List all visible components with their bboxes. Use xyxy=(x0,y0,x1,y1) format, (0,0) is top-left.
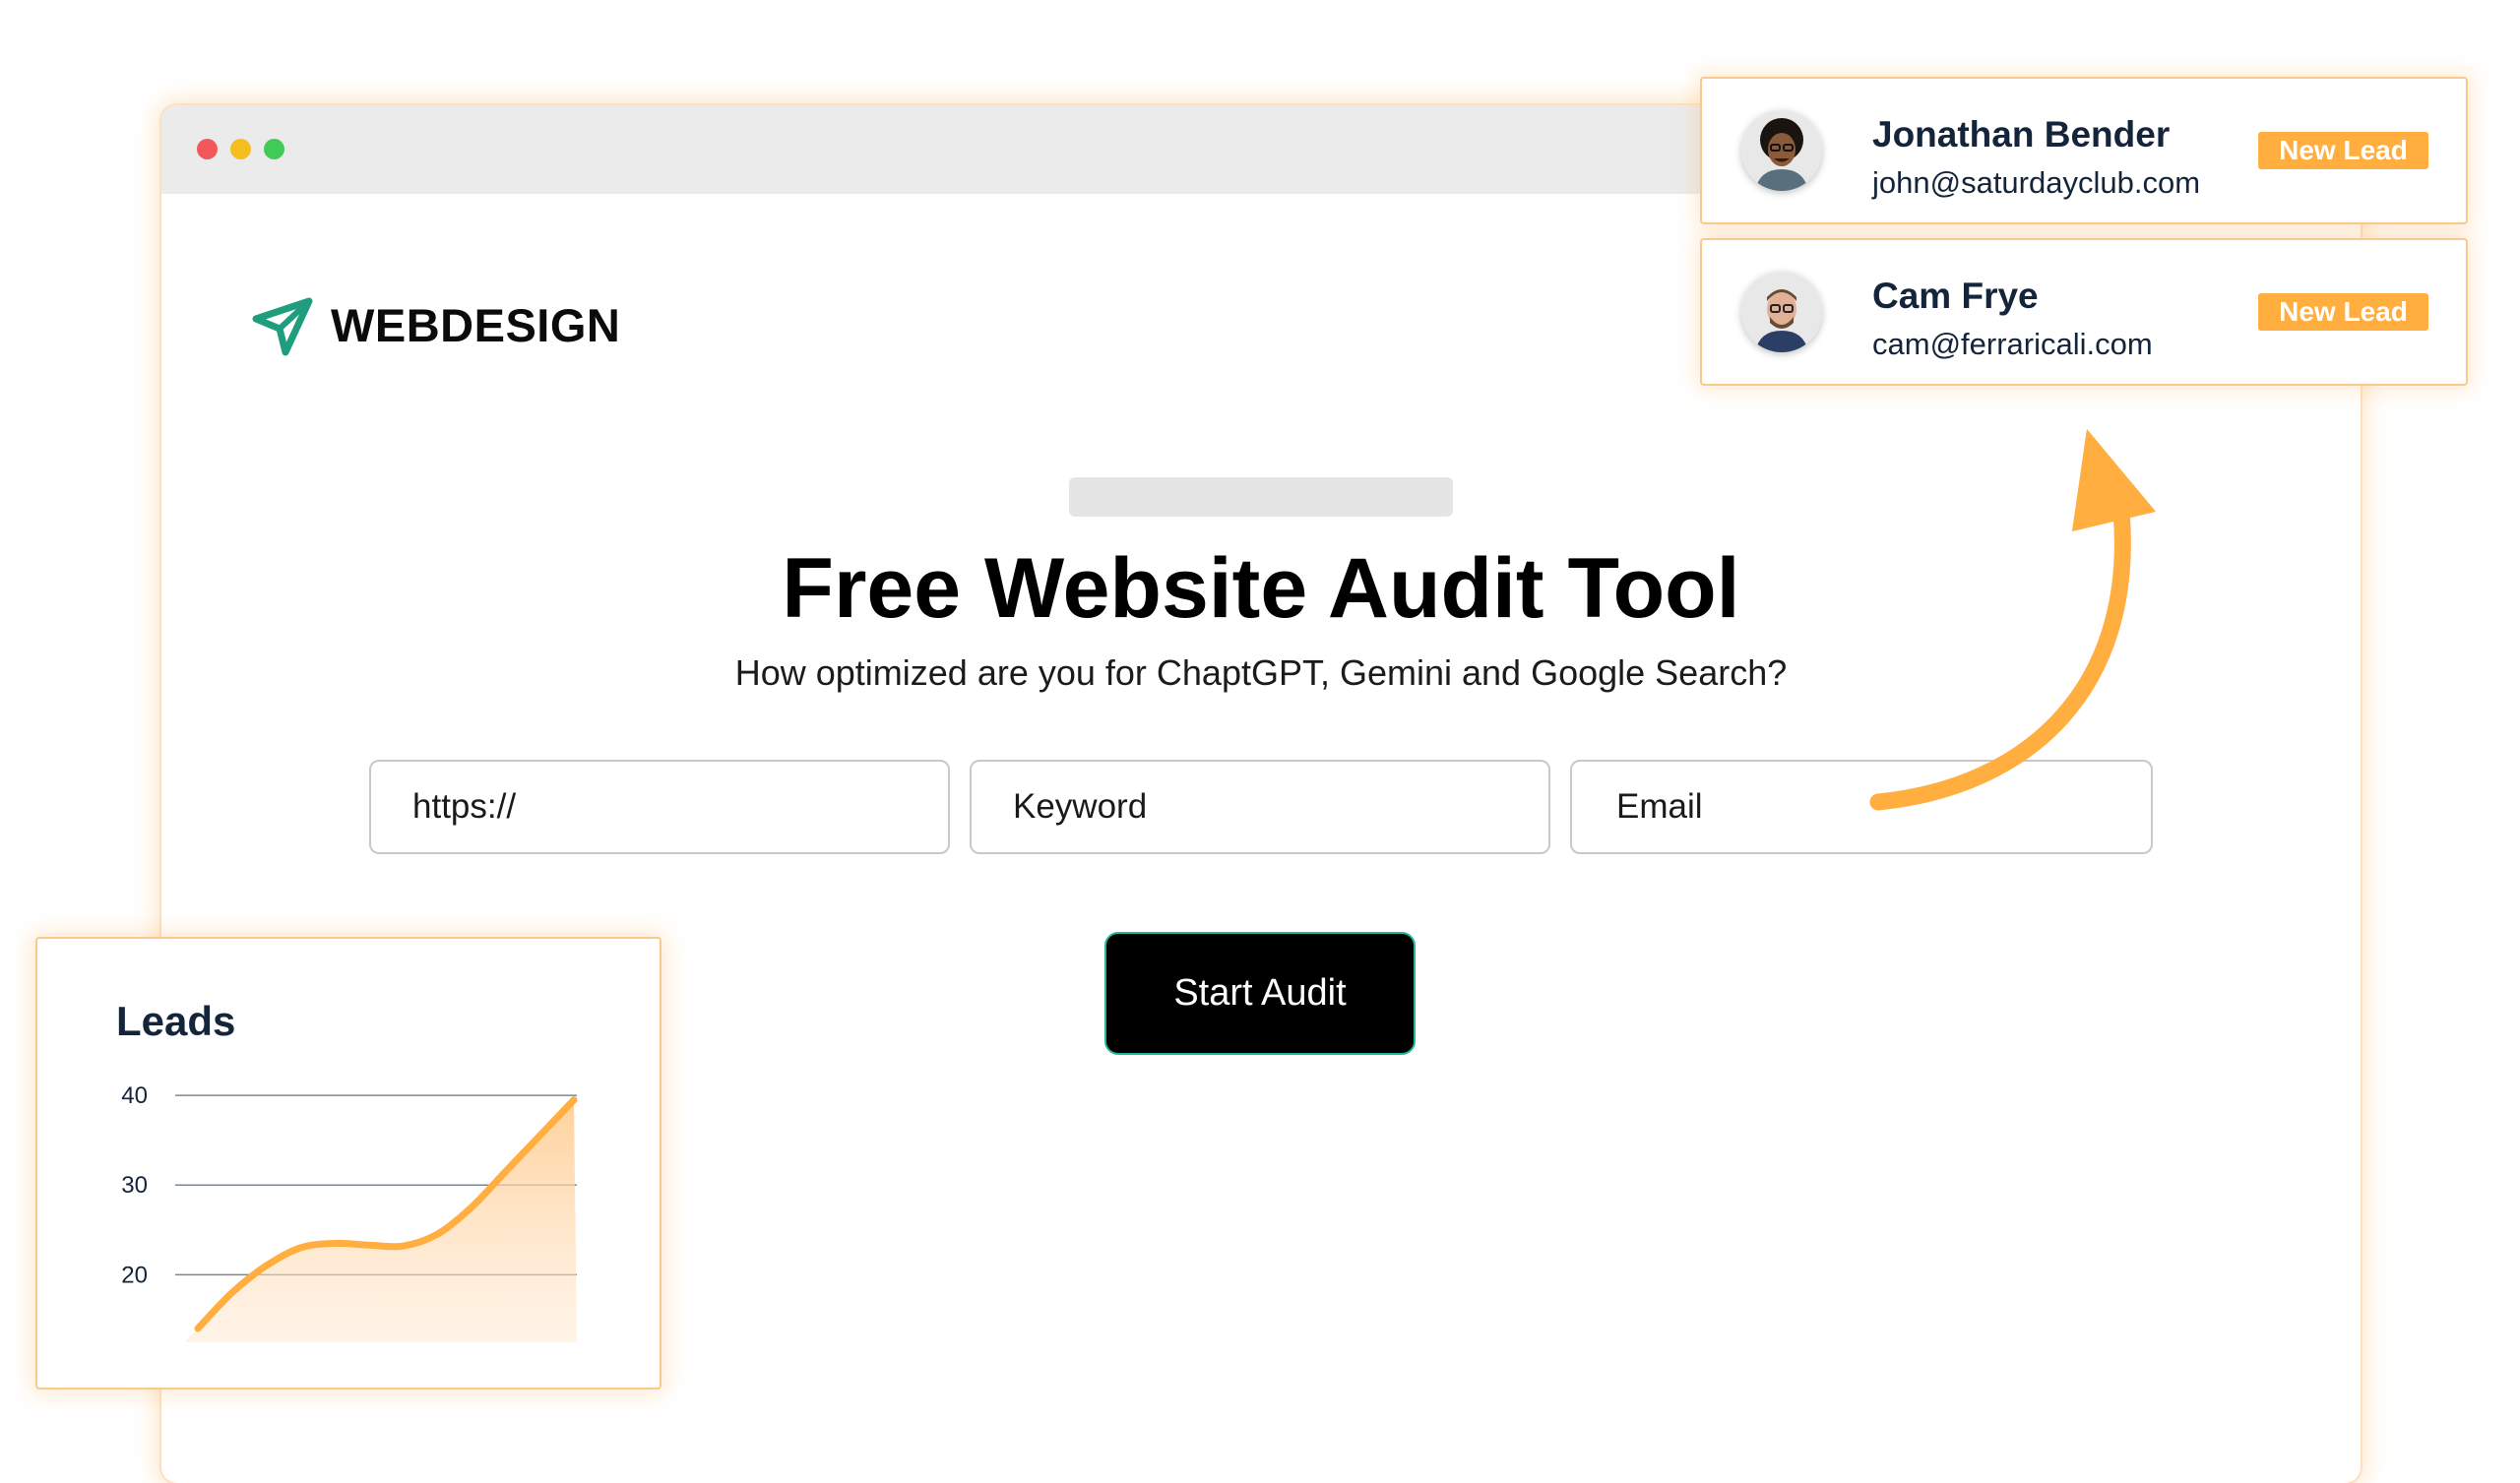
maximize-window-icon[interactable] xyxy=(264,139,284,159)
y-tick-label: 30 xyxy=(121,1172,148,1199)
brand-name: WEBDESIGN xyxy=(331,298,621,351)
email-input[interactable] xyxy=(1570,760,2153,854)
lead-card[interactable]: Jonathan Bender john@saturdayclub.com Ne… xyxy=(1700,77,2468,224)
brand-logo[interactable]: WEBDESIGN xyxy=(250,290,620,359)
y-tick-label: 40 xyxy=(121,1082,148,1109)
start-audit-button[interactable]: Start Audit xyxy=(1104,932,1416,1055)
keyword-input[interactable] xyxy=(970,760,1550,854)
page-subtitle: How optimized are you for ChaptGPT, Gemi… xyxy=(734,652,1788,693)
new-lead-badge: New Lead xyxy=(2258,293,2428,331)
new-lead-badge: New Lead xyxy=(2258,132,2428,169)
close-window-icon[interactable] xyxy=(197,139,218,159)
lead-name: Cam Frye xyxy=(1872,276,2039,316)
lead-name: Jonathan Bender xyxy=(1872,114,2171,154)
avatar xyxy=(1741,110,1822,191)
lead-email: john@saturdayclub.com xyxy=(1872,165,2201,200)
website-url-input[interactable] xyxy=(369,760,950,854)
avatar-photo xyxy=(1741,110,1822,191)
y-tick-label: 20 xyxy=(121,1262,148,1288)
lead-email: cam@ferraricali.com xyxy=(1872,327,2153,361)
avatar-photo xyxy=(1741,272,1822,352)
paper-plane-icon xyxy=(252,297,313,356)
leads-area xyxy=(184,1099,577,1342)
minimize-window-icon[interactable] xyxy=(230,139,251,159)
leads-chart-card: Leads 40 30 20 xyxy=(35,937,662,1390)
page-title: Free Website Audit Tool xyxy=(782,541,1740,636)
lead-card[interactable]: Cam Frye cam@ferraricali.com New Lead xyxy=(1700,238,2468,386)
eyebrow-placeholder xyxy=(1069,477,1453,517)
avatar xyxy=(1741,272,1822,352)
leads-chart: 40 30 20 xyxy=(121,1082,578,1342)
